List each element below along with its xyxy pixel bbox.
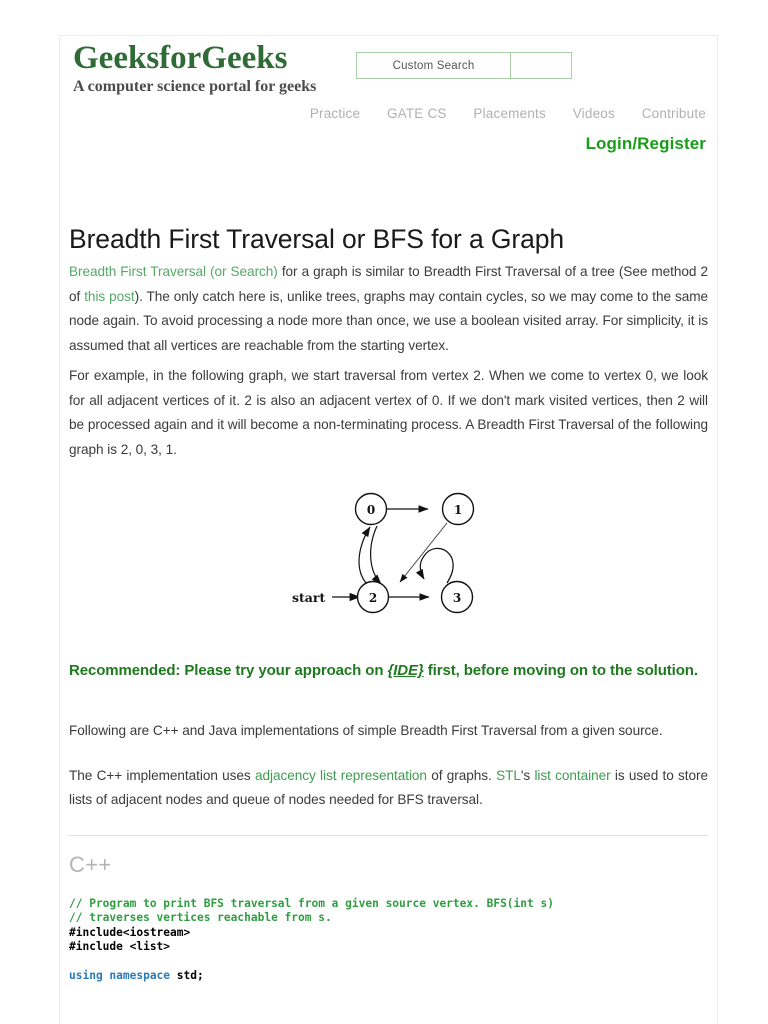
graph-node-2: 2 bbox=[356, 580, 390, 614]
site-tagline: A computer science portal for geeks bbox=[73, 78, 317, 95]
cpp-impl-text-2: of graphs. bbox=[426, 767, 497, 783]
recommended-note: Recommended: Please try your approach on… bbox=[69, 657, 708, 685]
paragraph-implementations: Following are C++ and Java implementatio… bbox=[69, 723, 663, 738]
search-submit-button[interactable] bbox=[511, 53, 571, 78]
link-stl[interactable]: STL bbox=[496, 768, 521, 783]
edge-3-self-loop bbox=[415, 547, 454, 584]
code-line-include-list: #include <list> bbox=[69, 940, 171, 953]
start-label: start bbox=[292, 590, 325, 605]
edge-1-to-2 bbox=[399, 522, 448, 583]
graph-node-3-label: 3 bbox=[453, 591, 461, 605]
code-block[interactable]: // Program to print BFS traversal from a… bbox=[69, 897, 708, 984]
nav-item-gate-cs[interactable]: GATE CS bbox=[387, 106, 447, 121]
graph-node-2-label: 2 bbox=[369, 591, 377, 605]
link-breadth-first-traversal[interactable]: Breadth First Traversal (or Search) bbox=[69, 264, 278, 279]
code-keyword-using-namespace: using namespace bbox=[69, 969, 171, 982]
article-container: Breadth First Traversal or BFS for a Gra… bbox=[59, 180, 718, 1024]
nav-item-practice[interactable]: Practice bbox=[310, 106, 360, 121]
link-ide[interactable]: {IDE} bbox=[388, 662, 424, 679]
site-logo[interactable]: GeeksforGeeks bbox=[73, 38, 316, 78]
page-root: GeeksforGeeks A computer science portal … bbox=[0, 0, 768, 1024]
graph-node-0-label: 0 bbox=[367, 503, 375, 517]
code-language-heading: C++ bbox=[69, 851, 112, 877]
graph-node-1: 1 bbox=[441, 492, 475, 526]
graph-figure: start 0 1 2 3 bbox=[69, 476, 708, 651]
graph-node-1-label: 1 bbox=[454, 503, 462, 517]
login-register-link[interactable]: Login/Register bbox=[586, 134, 706, 154]
graph-node-0: 0 bbox=[354, 492, 388, 526]
link-adjacency-list[interactable]: adjacency list representation bbox=[255, 768, 427, 783]
code-line-comment-2: // traverses vertices reachable from s. bbox=[69, 911, 332, 924]
link-this-post[interactable]: this post bbox=[84, 289, 134, 304]
link-list-container[interactable]: list container bbox=[534, 768, 610, 783]
section-divider bbox=[69, 834, 708, 836]
graph-node-3: 3 bbox=[440, 580, 474, 614]
recommended-text-2: first, before moving on to the solution. bbox=[423, 662, 698, 679]
page-title: Breadth First Traversal or BFS for a Gra… bbox=[69, 224, 565, 254]
nav-item-videos[interactable]: Videos bbox=[573, 106, 615, 121]
site-branding[interactable]: GeeksforGeeks A computer science portal … bbox=[73, 38, 316, 97]
nav-item-placements[interactable]: Placements bbox=[473, 106, 546, 121]
recommended-text-1: Recommended: Please try your approach on bbox=[69, 662, 388, 679]
paragraph-intro-text-2: ). The only catch here is, unlike trees,… bbox=[69, 288, 708, 353]
cpp-impl-text-3: 's bbox=[520, 767, 535, 783]
code-identifier-std: std; bbox=[170, 969, 204, 982]
code-line-include-iostream: #include<iostream> bbox=[69, 925, 191, 939]
main-nav: Practice GATE CS Placements Videos Contr… bbox=[310, 106, 706, 121]
nav-item-contribute[interactable]: Contribute bbox=[642, 106, 706, 121]
code-line-comment-1: // Program to print BFS traversal from a… bbox=[69, 896, 554, 910]
edge-0-to-2 bbox=[370, 525, 382, 585]
cpp-impl-text-1: The C++ implementation uses bbox=[69, 767, 255, 783]
search-box[interactable]: Custom Search bbox=[356, 52, 572, 79]
paragraph-cpp-impl: The C++ implementation uses adjacency li… bbox=[69, 764, 708, 813]
site-header: GeeksforGeeks A computer science portal … bbox=[59, 35, 718, 180]
paragraph-intro: Breadth First Traversal (or Search) for … bbox=[69, 260, 708, 358]
paragraph-example: For example, in the following graph, we … bbox=[69, 368, 708, 457]
edge-2-to-0 bbox=[358, 526, 371, 585]
graph-diagram-svg: start 0 1 2 3 bbox=[292, 492, 475, 614]
search-input[interactable]: Custom Search bbox=[357, 53, 511, 78]
